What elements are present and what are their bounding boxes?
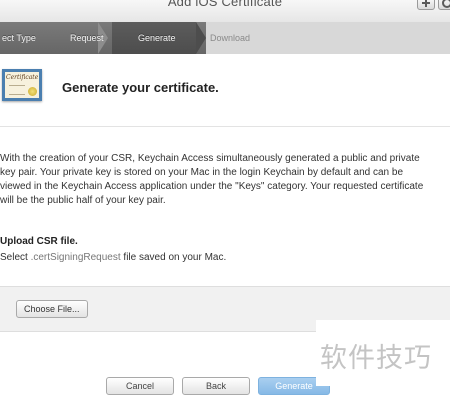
upload-heading: Upload CSR file. [0, 236, 78, 247]
page-header: Certificate Generate your certificate. [0, 54, 450, 127]
certificate-icon: Certificate [2, 69, 42, 101]
csr-description: With the creation of your CSR, Keychain … [0, 153, 424, 206]
window-titlebar: Add iOS Certificate [0, 0, 450, 22]
step-progress-bar: ect Type Request Generate Download [0, 22, 450, 54]
upload-suffix: file saved on your Mac. [120, 252, 227, 263]
watermark: 软件技巧 [320, 343, 432, 374]
cancel-button[interactable]: Cancel [106, 377, 174, 395]
step-download: Download [206, 22, 450, 54]
page-title: Generate your certificate. [62, 80, 219, 95]
file-extension: .certSigningRequest [30, 252, 121, 263]
search-icon[interactable] [438, 0, 450, 10]
window-title: Add iOS Certificate [167, 0, 283, 9]
upload-instructions: Select .certSigningRequest file saved on… [0, 252, 226, 263]
step-label: Download [210, 33, 251, 43]
step-separator-icon [196, 22, 206, 54]
step-label: Generate [138, 33, 176, 43]
step-generate-current: Generate [112, 22, 196, 54]
upload-prefix: Select [0, 252, 31, 263]
plus-icon[interactable] [417, 0, 435, 10]
back-button[interactable]: Back [182, 377, 250, 395]
step-label: ect Type [2, 33, 36, 43]
choose-file-button[interactable]: Choose File... [16, 300, 88, 318]
step-label: Request [70, 33, 104, 43]
